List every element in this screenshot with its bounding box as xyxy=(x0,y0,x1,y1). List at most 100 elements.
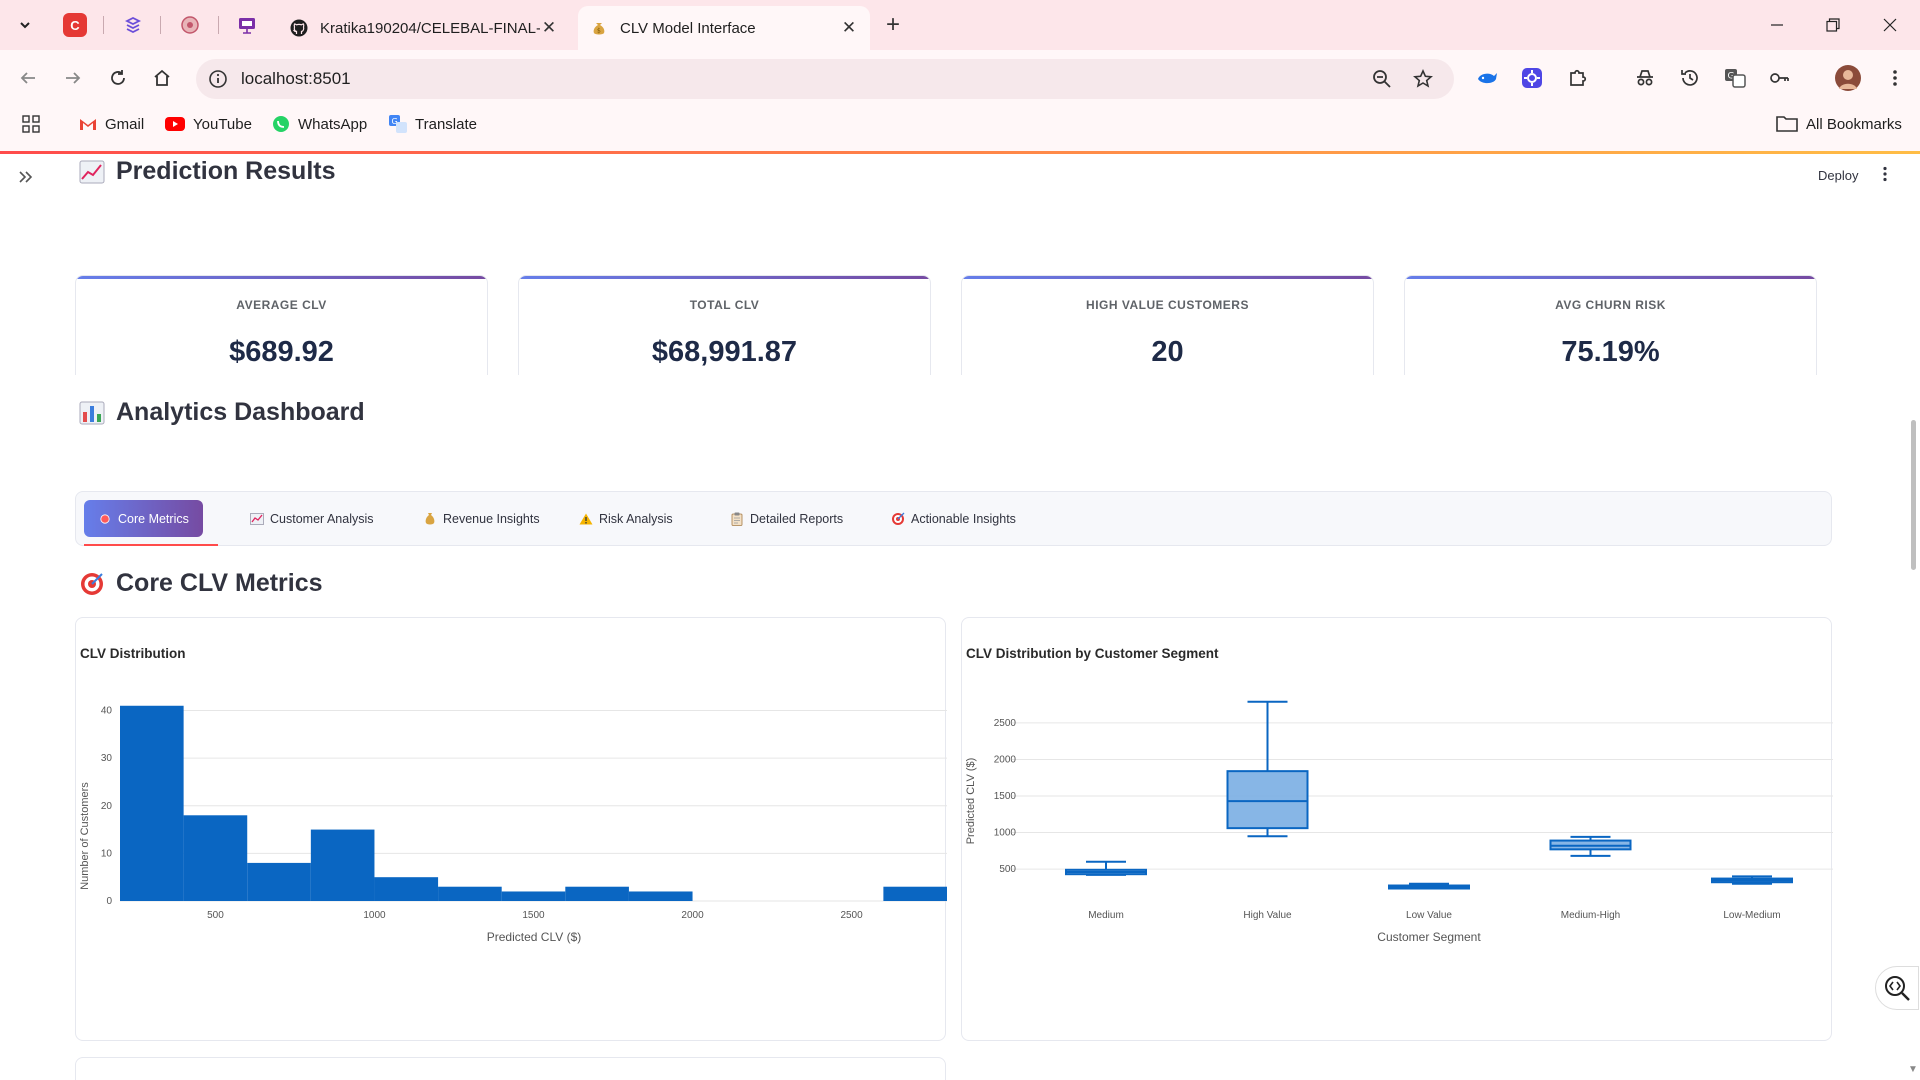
histogram-bar xyxy=(501,891,566,901)
all-bookmarks-label: All Bookmarks xyxy=(1806,115,1902,133)
profile-avatar[interactable] xyxy=(1835,65,1861,91)
gmail-icon xyxy=(79,115,97,133)
y-tick-label: 40 xyxy=(101,706,113,717)
bookmark-star-icon[interactable] xyxy=(1413,69,1433,89)
browser-menu-kebab-icon[interactable] xyxy=(1883,66,1907,90)
histogram-bar xyxy=(120,705,184,901)
bookmark-youtube[interactable]: YouTube xyxy=(165,112,252,136)
tab-revenue-insights[interactable]: Revenue Insights xyxy=(409,500,554,537)
x-tick-label: Low-Medium xyxy=(1723,910,1780,921)
expand-sidebar-icon[interactable] xyxy=(18,168,34,189)
scroll-down-arrow-icon[interactable]: ▼ xyxy=(1908,1064,1918,1075)
x-tick-label: Medium xyxy=(1088,910,1124,921)
deploy-button[interactable]: Deploy xyxy=(1818,168,1858,183)
histogram-bar xyxy=(565,886,629,901)
y-axis-label: Number of Customers xyxy=(79,782,91,890)
y-tick-label: 30 xyxy=(101,753,113,764)
red-circle-icon xyxy=(98,512,112,526)
incognito-icon[interactable] xyxy=(1633,66,1657,90)
histogram-bar xyxy=(883,886,947,901)
metric-label: HIGH VALUE CUSTOMERS xyxy=(1086,298,1249,312)
pinned-tab-cr-icon[interactable]: C xyxy=(63,13,87,37)
clipboard-icon xyxy=(730,512,744,526)
tab-detailed-reports[interactable]: Detailed Reports xyxy=(716,500,857,537)
target-icon xyxy=(891,512,905,526)
minimize-icon[interactable] xyxy=(1762,10,1792,40)
tab-customer-analysis[interactable]: Customer Analysis xyxy=(236,500,388,537)
back-arrow-icon[interactable] xyxy=(13,63,43,93)
pinned-tab-circle-icon[interactable] xyxy=(178,13,202,37)
bookmark-label: WhatsApp xyxy=(298,115,368,133)
y-tick-label: 2500 xyxy=(994,718,1017,729)
apps-grid-icon[interactable] xyxy=(22,112,40,136)
extension-gear-icon[interactable] xyxy=(1520,66,1544,90)
heading-text: Prediction Results xyxy=(116,157,336,185)
metric-value: $68,991.87 xyxy=(651,336,798,368)
close-icon[interactable]: ✕ xyxy=(540,18,558,37)
home-icon[interactable] xyxy=(147,63,177,93)
metric-card-average-clv: AVERAGE CLV $689.92 xyxy=(75,275,488,375)
history-icon[interactable] xyxy=(1678,66,1702,90)
money-bag-icon: $ xyxy=(590,19,608,37)
box-iqr xyxy=(1226,770,1309,830)
x-tick-label: 2500 xyxy=(840,910,863,921)
histogram-bar xyxy=(374,877,439,901)
y-tick-label: 1000 xyxy=(994,828,1017,839)
tab-search-chevron-icon[interactable] xyxy=(12,12,38,38)
metric-value: $689.92 xyxy=(229,336,334,368)
password-key-icon[interactable] xyxy=(1767,66,1791,90)
tab-label: Core Metrics xyxy=(118,511,189,526)
tab-clv-model[interactable]: $ CLV Model Interface ✕ xyxy=(578,6,870,50)
url-text[interactable]: localhost:8501 xyxy=(241,69,351,89)
tab-label: Customer Analysis xyxy=(270,511,374,526)
y-tick-label: 2000 xyxy=(994,754,1017,765)
tab-label: Actionable Insights xyxy=(911,511,1016,526)
pinned-tab-presentation-icon[interactable] xyxy=(235,13,259,37)
floating-code-lens-icon[interactable] xyxy=(1875,966,1919,1010)
new-tab-plus-icon[interactable]: + xyxy=(880,11,906,38)
chart-up-icon xyxy=(250,512,264,526)
box-medium xyxy=(1065,860,1147,876)
all-bookmarks[interactable]: All Bookmarks xyxy=(1776,112,1902,136)
target-icon xyxy=(78,570,106,598)
x-tick-label: 500 xyxy=(207,910,224,921)
tab-title: Kratika190204/CELEBAL-FINAL- xyxy=(320,19,540,37)
site-info-icon[interactable] xyxy=(208,69,228,89)
clv-distribution-chart: CLV Distribution 0 10 20 30 40 500 1000 1500 200… xyxy=(75,617,947,1041)
forward-arrow-icon[interactable] xyxy=(58,63,88,93)
x-tick-label: 1000 xyxy=(363,910,386,921)
bookmark-translate[interactable]: G Translate xyxy=(389,112,477,136)
address-bar[interactable]: localhost:8501 xyxy=(196,59,1454,99)
close-icon[interactable]: ✕ xyxy=(840,18,858,37)
reload-icon[interactable] xyxy=(103,63,133,93)
extension-whale-icon[interactable] xyxy=(1475,66,1499,90)
restore-icon[interactable] xyxy=(1818,10,1848,40)
bookmark-whatsapp[interactable]: WhatsApp xyxy=(272,112,367,136)
y-tick-label: 500 xyxy=(999,864,1016,875)
tab-github[interactable]: Kratika190204/CELEBAL-FINAL- ✕ xyxy=(278,6,570,50)
metric-value: 75.19% xyxy=(1561,336,1660,368)
window-close-icon[interactable] xyxy=(1875,10,1905,40)
y-tick-label: 0 xyxy=(106,896,112,907)
box-low-medium xyxy=(1711,875,1793,885)
tab-core-metrics[interactable]: Core Metrics xyxy=(84,500,203,537)
y-tick-label: 20 xyxy=(101,801,113,812)
pinned-tab-stack-icon[interactable] xyxy=(121,13,145,37)
extensions-puzzle-icon[interactable] xyxy=(1566,66,1590,90)
bookmark-gmail[interactable]: Gmail xyxy=(79,112,144,136)
google-translate-icon: G xyxy=(389,115,407,133)
heading-text: Core CLV Metrics xyxy=(116,569,323,597)
heading-text: Analytics Dashboard xyxy=(116,398,365,426)
metric-card-total-clv: TOTAL CLV $68,991.87 xyxy=(518,275,931,375)
tab-risk-analysis[interactable]: Risk Analysis xyxy=(565,500,687,537)
metric-value: 20 xyxy=(1151,336,1184,368)
translate-icon[interactable]: G xyxy=(1723,66,1747,90)
box-medium-high xyxy=(1549,835,1632,857)
histogram-svg: 0 10 20 30 40 500 1000 1500 2000 2500 Predicted CL… xyxy=(79,705,947,944)
tab-actionable-insights[interactable]: Actionable Insights xyxy=(877,500,1030,537)
page-scrollbar[interactable] xyxy=(1911,420,1916,570)
zoom-icon[interactable] xyxy=(1372,69,1392,89)
whatsapp-icon xyxy=(272,115,290,133)
bookmark-label: Translate xyxy=(415,115,477,133)
app-menu-kebab-icon[interactable] xyxy=(1882,166,1888,187)
